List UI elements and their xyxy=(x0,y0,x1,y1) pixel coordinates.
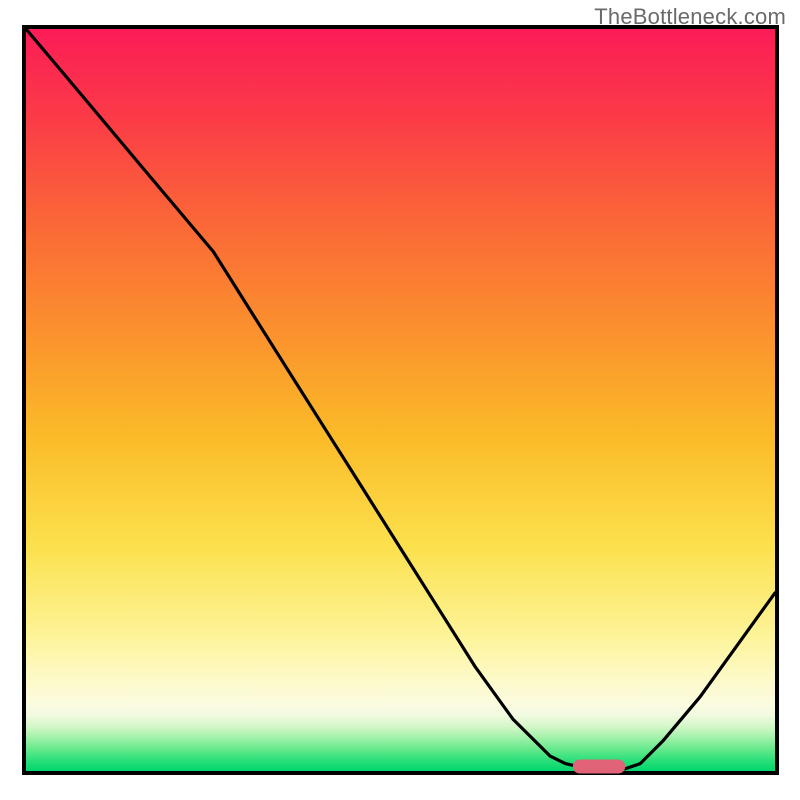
chart-container: TheBottleneck.com xyxy=(0,0,800,800)
gradient-background xyxy=(26,29,775,771)
optimum-marker xyxy=(573,760,625,774)
attribution-text: TheBottleneck.com xyxy=(594,4,786,30)
plot-area xyxy=(24,27,777,774)
bottleneck-chart xyxy=(0,0,800,800)
